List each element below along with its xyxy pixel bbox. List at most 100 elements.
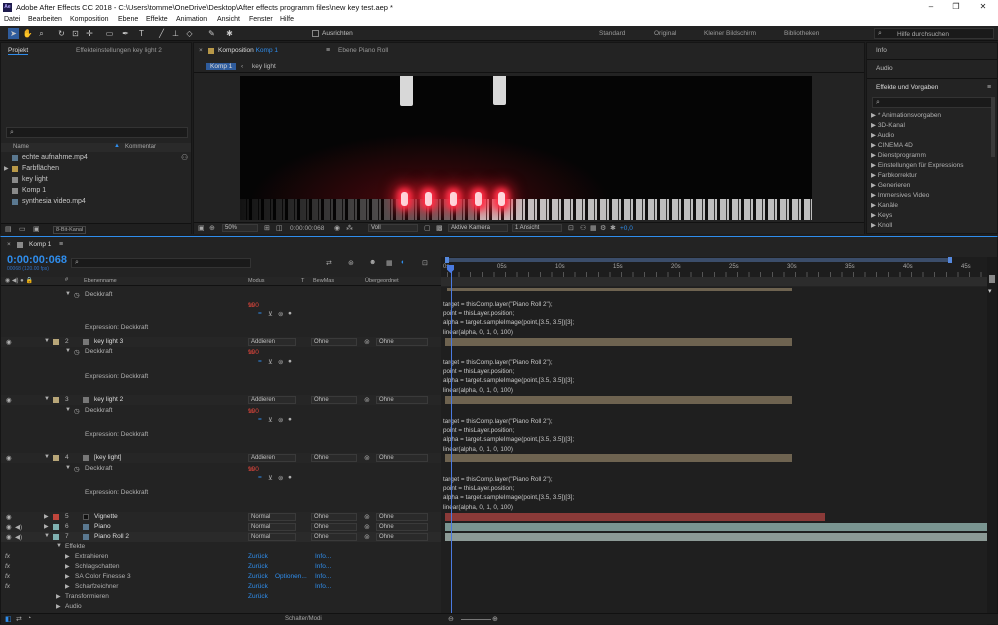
minimize-icon[interactable]: – [922, 2, 940, 11]
draft-3d-icon[interactable]: ⊛ [348, 259, 354, 267]
list-item[interactable]: Komp 1 [1, 186, 191, 196]
list-item[interactable]: ▶ * Animationsvorgaben [871, 111, 941, 119]
layer-name[interactable]: Piano [94, 523, 111, 530]
close-icon[interactable]: ✕ [974, 2, 992, 11]
list-item[interactable]: ▶ Audio [871, 131, 894, 139]
layer-row[interactable]: ◉ ◀) ▼ 7 Piano Roll 2 [1, 532, 441, 542]
brush-tool-icon[interactable]: ╱ [156, 28, 167, 39]
motion-blur-icon[interactable]: ◐ [401, 259, 405, 266]
resolution-select[interactable]: Voll [368, 224, 418, 232]
region-icon[interactable]: ▢ [424, 224, 431, 232]
fx-icon[interactable]: fx [5, 553, 10, 560]
layer-bar[interactable] [445, 396, 792, 404]
list-item[interactable]: ▶ Generieren [871, 181, 910, 189]
work-area-start-handle[interactable] [445, 257, 449, 263]
track-matte-select[interactable]: Ohne [311, 533, 357, 541]
layer-name[interactable]: key light 3 [94, 338, 123, 345]
work-area-bar[interactable] [447, 258, 952, 262]
scrollbar-thumb[interactable] [989, 275, 995, 283]
chevron-down-icon[interactable]: ▼ [44, 454, 50, 460]
menu-fenster[interactable]: Fenster [249, 16, 273, 23]
parent-select[interactable]: Ohne [376, 396, 428, 404]
list-item[interactable]: key light [1, 175, 191, 185]
label-color[interactable] [53, 339, 59, 345]
parent-select[interactable]: Ohne [376, 513, 428, 521]
rectangle-tool-icon[interactable]: ▭ [104, 28, 115, 39]
label-color[interactable] [53, 397, 59, 403]
layer-name[interactable]: Vignette [94, 513, 118, 520]
tab-layer[interactable]: Ebene Piano Roll [338, 47, 388, 54]
pickwhip-icon[interactable]: ⊚ [364, 454, 370, 462]
layer-bar[interactable] [445, 338, 792, 346]
pickwhip-icon[interactable]: ⊚ [278, 416, 283, 424]
workspace-libraries[interactable]: Bibliotheken [784, 30, 819, 37]
workspace-original[interactable]: Original [654, 30, 676, 37]
chevron-right-icon[interactable]: ▶ [65, 563, 70, 570]
audio-icon[interactable]: ◀) [15, 523, 22, 531]
list-item[interactable]: ▶ Farbkorrektur [871, 171, 917, 179]
reset-link[interactable]: Zurück [248, 583, 268, 590]
maximize-icon[interactable]: ❐ [947, 2, 965, 11]
new-comp-icon[interactable]: ▣ [33, 225, 40, 233]
pickwhip-icon[interactable]: ⊚ [364, 513, 370, 521]
workspace-standard[interactable]: Standard [599, 30, 625, 37]
zoom-tool-icon[interactable]: ⌕ [36, 28, 47, 39]
effects-search-input[interactable]: ⌕ [872, 97, 992, 108]
info-link[interactable]: Info... [315, 573, 331, 580]
zoom-out-icon[interactable]: ⊖ [448, 615, 454, 623]
audio-row[interactable]: ▶ Audio [1, 602, 441, 612]
project-search-input[interactable]: ⌕ [6, 127, 188, 138]
stamp-tool-icon[interactable]: ⊥ [170, 28, 181, 39]
exposure-value[interactable]: +0,0 [620, 225, 633, 232]
language-menu-icon[interactable]: ● [288, 474, 292, 481]
breadcrumb-layer[interactable]: key light [252, 63, 276, 70]
menu-icon[interactable]: ≡ [326, 47, 330, 54]
close-icon[interactable]: × [199, 47, 203, 54]
frame-blend-icon[interactable]: ▦ [386, 259, 393, 267]
layer-name[interactable]: key light 2 [94, 396, 123, 403]
parent-select[interactable]: Ohne [376, 338, 428, 346]
effects-group-row[interactable]: ▼ Effekte [1, 542, 441, 552]
breadcrumb-comp[interactable]: Komp 1 [206, 63, 237, 70]
track-matte-select[interactable]: Ohne [311, 523, 357, 531]
list-item[interactable]: ▶ Kanäle [871, 201, 898, 209]
layer-row[interactable]: ◉ ▼ 3 key light 2 [1, 395, 441, 405]
label-color[interactable] [53, 534, 59, 540]
chevron-right-icon[interactable]: ▶ [65, 573, 70, 580]
stopwatch-icon[interactable]: ◷ [74, 407, 80, 415]
pickwhip-icon[interactable]: ⊚ [364, 533, 370, 541]
language-menu-icon[interactable]: ● [288, 358, 292, 365]
info-link[interactable]: Info... [315, 583, 331, 590]
pickwhip-icon[interactable]: ⊚ [278, 474, 283, 482]
graph-editor-icon[interactable]: ⊡ [422, 259, 428, 267]
pickwhip-icon[interactable]: ⊚ [364, 338, 370, 346]
eye-icon[interactable]: ◉ [6, 338, 12, 346]
graph-icon[interactable]: ⊻ [268, 474, 273, 482]
col-name[interactable]: Name [13, 144, 29, 150]
selection-tool-icon[interactable]: ➤ [8, 28, 19, 39]
layer-bar[interactable] [445, 454, 792, 462]
graph-icon[interactable]: ⊻ [268, 310, 273, 318]
tab-effect-controls[interactable]: Effekteinstellungen key light 2 [76, 47, 162, 54]
shy-icon[interactable]: ☻ [369, 259, 376, 266]
col-t[interactable]: T [301, 278, 304, 284]
pickwhip-icon[interactable]: ⊚ [364, 396, 370, 404]
rotate-tool-icon[interactable]: ↻ [56, 28, 67, 39]
interpret-footage-icon[interactable]: ▤ [5, 225, 12, 233]
fast-preview-icon[interactable]: ⚙ [600, 224, 606, 232]
menu-ebene[interactable]: Ebene [118, 16, 138, 23]
expression-enable-icon[interactable]: = [258, 474, 262, 481]
scrollbar[interactable]: ▾ [987, 257, 997, 625]
list-item[interactable]: synthesia video.mp4 [1, 197, 191, 207]
layer-row[interactable]: ◉ ▼ 4 [key light] [1, 453, 441, 463]
expression-enable-icon[interactable]: = [258, 416, 262, 423]
label-color[interactable] [53, 455, 59, 461]
comp-link[interactable]: Komp 1 [256, 47, 278, 54]
camera-select[interactable]: Aktive Kamera [448, 224, 508, 232]
parent-select[interactable]: Ohne [376, 523, 428, 531]
parent-select[interactable]: Ohne [376, 454, 428, 462]
graph-icon[interactable]: ⊻ [268, 358, 273, 366]
info-link[interactable]: Info... [315, 553, 331, 560]
current-timecode[interactable]: 0:00:00:068 [7, 254, 67, 266]
language-menu-icon[interactable]: ● [288, 310, 292, 317]
